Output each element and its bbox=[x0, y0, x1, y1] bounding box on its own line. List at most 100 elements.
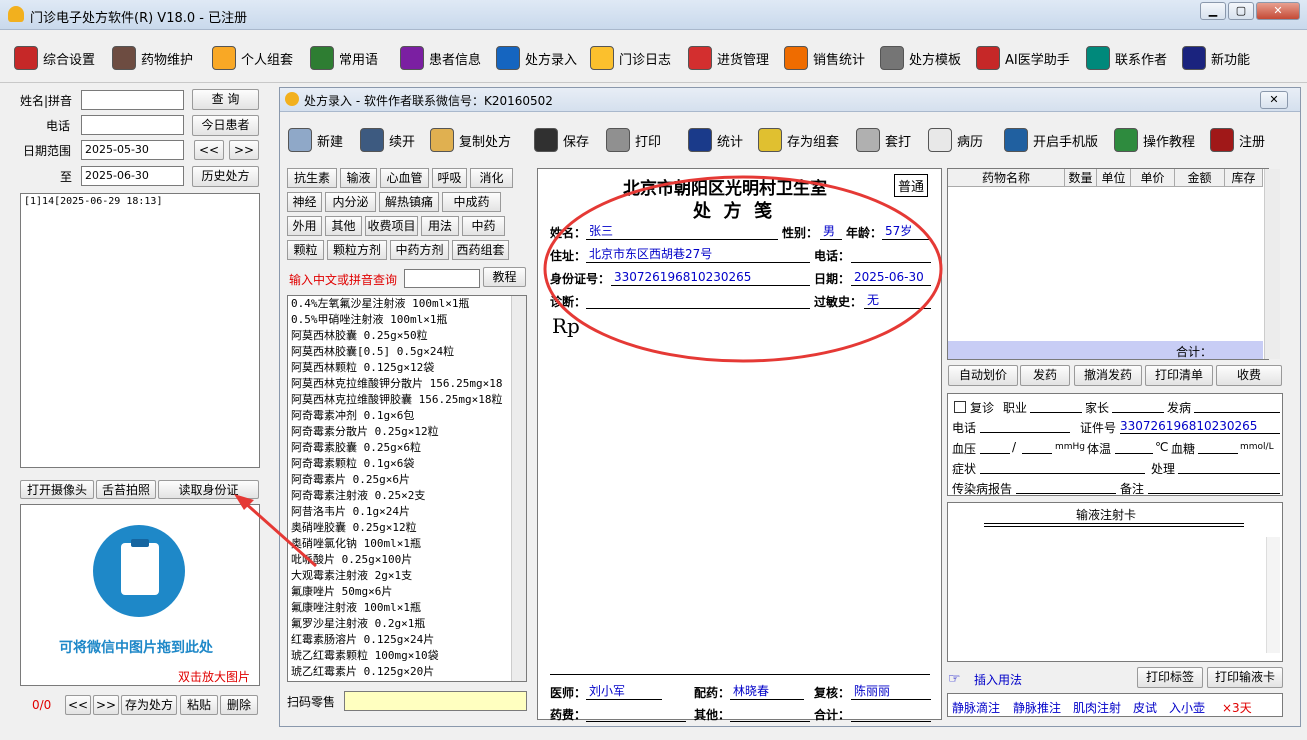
drug-list-item[interactable]: 琥乙红霉素颗粒 100mg×10袋 bbox=[288, 648, 526, 664]
child-tool-help-button[interactable]: 操作教程 bbox=[1114, 127, 1195, 153]
toolbar-patient-button[interactable]: 患者信息 bbox=[400, 45, 481, 71]
medicine-table-scrollbar[interactable] bbox=[1264, 169, 1280, 359]
delete-button[interactable]: 删除 bbox=[220, 695, 258, 715]
bp-high-input[interactable] bbox=[980, 440, 1010, 454]
category-button[interactable]: 西药组套 bbox=[452, 240, 509, 260]
paste-button[interactable]: 粘贴 bbox=[180, 695, 218, 715]
child-tool-continue-button[interactable]: 续开 bbox=[360, 127, 415, 153]
child-tool-save-set-button[interactable]: 存为组套 bbox=[758, 127, 839, 153]
tutorial-button[interactable]: 教程 bbox=[483, 267, 526, 287]
toolbar-disc-button[interactable]: 综合设置 bbox=[14, 45, 95, 71]
list-item[interactable]: [1]14[2025-06-29 18:13] bbox=[21, 194, 259, 209]
drug-list-item[interactable]: 吡哌酸片 0.25g×100片 bbox=[288, 552, 526, 568]
infusion-scrollbar[interactable] bbox=[1266, 537, 1280, 653]
usage-iv-push[interactable]: 静脉推注 bbox=[1013, 699, 1061, 716]
patient-list[interactable]: [1]14[2025-06-29 18:13] bbox=[20, 193, 260, 468]
image-drop-area[interactable]: 可将微信中图片拖到此处 双击放大图片 bbox=[20, 504, 260, 686]
prev-date-button[interactable]: << bbox=[194, 140, 224, 160]
category-button[interactable]: 中药方剂 bbox=[390, 240, 449, 260]
drug-list-item[interactable]: 阿奇霉素冲剂 0.1g×6包 bbox=[288, 408, 526, 424]
print-label-button[interactable]: 打印标签 bbox=[1137, 667, 1203, 688]
drug-list-item[interactable]: 奥硝唑氯化钠 100ml×1瓶 bbox=[288, 536, 526, 552]
drug-list[interactable]: 0.4%左氧氟沙星注射液 100ml×1瓶 0.5%甲硝唑注射液 100ml×1瓶… bbox=[287, 295, 527, 682]
drug-list-item[interactable]: 阿奇霉素胶囊 0.25g×6粒 bbox=[288, 440, 526, 456]
drug-list-scrollbar[interactable] bbox=[511, 296, 526, 681]
category-button[interactable]: 呼吸 bbox=[432, 168, 467, 188]
drug-list-item[interactable]: 氟康唑注射液 100ml×1瓶 bbox=[288, 600, 526, 616]
cancel-dispense-button[interactable]: 撤消发药 bbox=[1074, 365, 1142, 386]
child-tool-printer-button[interactable]: 打印 bbox=[606, 127, 661, 153]
child-tool-new-button[interactable]: 新建 bbox=[288, 127, 343, 153]
child-close-button[interactable]: ✕ bbox=[1260, 91, 1288, 109]
toolbar-pill-box-button[interactable]: 药物维护 bbox=[112, 45, 193, 71]
drug-list-item[interactable]: 阿莫西林克拉维酸钾胶囊 156.25mg×18粒 bbox=[288, 392, 526, 408]
category-button[interactable]: 其他 bbox=[325, 216, 362, 236]
toolbar-stats-button[interactable]: 销售统计 bbox=[784, 45, 865, 71]
drug-list-item[interactable]: 红霉素肠溶片 0.125g×24片 bbox=[288, 632, 526, 648]
category-button[interactable]: 收费项目 bbox=[365, 216, 418, 236]
drug-fee[interactable] bbox=[586, 705, 686, 722]
cert-number[interactable]: 330726196810230265 bbox=[1120, 419, 1280, 434]
category-button[interactable]: 内分泌 bbox=[325, 192, 376, 212]
total-fee[interactable] bbox=[851, 705, 931, 722]
onset-input[interactable] bbox=[1194, 399, 1280, 413]
toolbar-ai-assistant-button[interactable]: AI医学助手 bbox=[976, 45, 1070, 71]
job-input[interactable] bbox=[1030, 399, 1082, 413]
dispenser[interactable]: 林晓春 bbox=[730, 683, 804, 700]
temp-input[interactable] bbox=[1115, 440, 1153, 454]
toolbar-pen-paper-button[interactable]: 处方录入 bbox=[496, 45, 577, 71]
today-patients-button[interactable]: 今日患者 bbox=[192, 115, 259, 136]
remark-input[interactable] bbox=[1148, 480, 1280, 494]
nav-prev-button[interactable]: << bbox=[65, 695, 91, 715]
drug-list-item[interactable]: 氟罗沙星注射液 0.2g×1瓶 bbox=[288, 616, 526, 632]
toolbar-bar-chart-button[interactable]: 进货管理 bbox=[688, 45, 769, 71]
child-tool-mobile-button[interactable]: 开启手机版 bbox=[1004, 127, 1098, 153]
minimize-button[interactable]: ▁ bbox=[1200, 2, 1226, 20]
drug-list-item[interactable]: 阿莫西林胶囊[0.5] 0.5g×24粒 bbox=[288, 344, 526, 360]
child-tool-folder-button[interactable]: 复制处方 bbox=[430, 127, 511, 153]
open-camera-button[interactable]: 打开摄像头 bbox=[20, 480, 94, 499]
phone-input[interactable] bbox=[980, 419, 1070, 433]
next-date-button[interactable]: >> bbox=[229, 140, 259, 160]
toolbar-butterfly-button[interactable]: 新功能 bbox=[1182, 45, 1250, 71]
child-tool-overprint-button[interactable]: 套打 bbox=[856, 127, 911, 153]
child-tool-register-button[interactable]: 注册 bbox=[1210, 127, 1265, 153]
treatment-input[interactable] bbox=[1178, 460, 1280, 474]
category-button[interactable]: 消化 bbox=[470, 168, 513, 188]
category-button[interactable]: 外用 bbox=[287, 216, 322, 236]
date-to-field[interactable]: 2025-06-30 bbox=[81, 166, 184, 186]
drug-list-item[interactable]: 阿奇霉素注射液 0.25×2支 bbox=[288, 488, 526, 504]
auto-price-button[interactable]: 自动划价 bbox=[948, 365, 1018, 386]
close-button[interactable]: ✕ bbox=[1256, 2, 1300, 20]
charge-button[interactable]: 收费 bbox=[1216, 365, 1282, 386]
usage-im[interactable]: 肌肉注射 bbox=[1073, 699, 1121, 716]
category-button[interactable]: 颗粒 bbox=[287, 240, 324, 260]
print-list-button[interactable]: 打印清单 bbox=[1145, 365, 1213, 386]
drug-list-item[interactable]: 大观霉素注射液 2g×1支 bbox=[288, 568, 526, 584]
drug-list-item[interactable]: 0.4%左氧氟沙星注射液 100ml×1瓶 bbox=[288, 296, 526, 312]
revisit-checkbox[interactable] bbox=[954, 401, 966, 413]
name-input[interactable] bbox=[81, 90, 184, 110]
insert-usage-link[interactable]: 插入用法 bbox=[974, 671, 1022, 688]
toolbar-contact-button[interactable]: 联系作者 bbox=[1086, 45, 1167, 71]
category-button[interactable]: 颗粒方剂 bbox=[327, 240, 387, 260]
phone-input[interactable] bbox=[81, 115, 184, 135]
usage-days[interactable]: ×3天 bbox=[1222, 699, 1252, 716]
scan-retail-input[interactable] bbox=[344, 691, 527, 711]
category-button[interactable]: 神经 bbox=[287, 192, 322, 212]
print-infusion-button[interactable]: 打印输液卡 bbox=[1207, 667, 1283, 688]
sugar-input[interactable] bbox=[1198, 440, 1238, 454]
nav-next-button[interactable]: >> bbox=[93, 695, 119, 715]
drug-list-item[interactable]: 阿莫西林克拉维酸钾分散片 156.25mg×18 bbox=[288, 376, 526, 392]
drug-list-item[interactable]: 阿奇霉素分散片 0.25g×12粒 bbox=[288, 424, 526, 440]
toolbar-chart-book-button[interactable]: 常用语 bbox=[310, 45, 378, 71]
drug-list-item[interactable]: 0.5%甲硝唑注射液 100ml×1瓶 bbox=[288, 312, 526, 328]
category-button[interactable]: 抗生素 bbox=[287, 168, 337, 188]
save-as-rx-button[interactable]: 存为处方 bbox=[121, 695, 177, 715]
toolbar-notepad-button[interactable]: 个人组套 bbox=[212, 45, 293, 71]
drug-list-item[interactable]: 琥乙红霉素片 0.125g×20片 bbox=[288, 664, 526, 680]
usage-into-pot[interactable]: 入小壶 bbox=[1169, 699, 1205, 716]
drug-list-item[interactable]: 奥硝唑胶囊 0.25g×12粒 bbox=[288, 520, 526, 536]
dispense-button[interactable]: 发药 bbox=[1020, 365, 1070, 386]
usage-iv-drip[interactable]: 静脉滴注 bbox=[952, 699, 1000, 716]
